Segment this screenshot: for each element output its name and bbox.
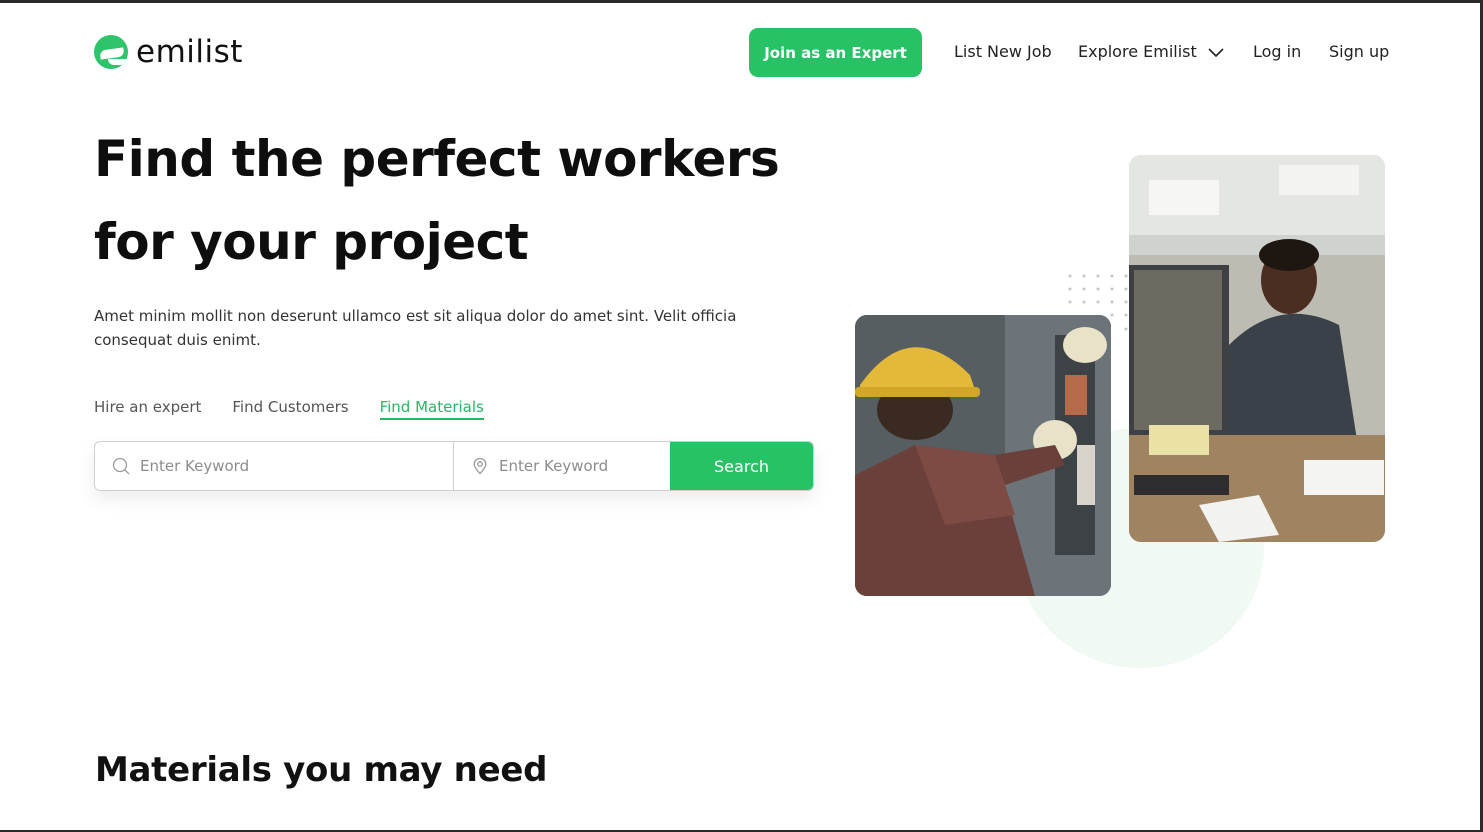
search-bar: Search [94,441,814,491]
emilist-logo[interactable]: emilist [94,34,243,70]
nav-list-new-job[interactable]: List New Job [954,42,1052,61]
nav-login[interactable]: Log in [1253,42,1301,61]
keyword-field [95,442,454,490]
location-field [454,442,670,490]
logo-text: emilist [136,34,243,70]
location-pin-icon [473,457,487,475]
materials-section-title: Materials you may need [95,750,548,790]
nav-explore-label: Explore Emilist [1078,42,1197,61]
tab-find-customers[interactable]: Find Customers [232,398,348,420]
keyword-input[interactable] [140,457,310,475]
search-tabs: Hire an expert Find Customers Find Mater… [94,398,484,420]
join-as-expert-button[interactable]: Join as an Expert [749,28,922,77]
hero-title: Find the perfect workers for your projec… [94,130,780,271]
search-button[interactable]: Search [670,442,813,490]
tab-find-materials[interactable]: Find Materials [379,398,484,420]
nav-explore-emilist[interactable]: Explore Emilist [1078,42,1225,61]
office-worker-photo [1129,155,1385,542]
logo-mark-icon [94,35,128,69]
electrician-photo [855,315,1111,596]
location-input[interactable] [499,457,669,475]
chevron-down-icon [1208,47,1224,57]
nav-signup[interactable]: Sign up [1329,42,1389,61]
tab-hire-expert[interactable]: Hire an expert [94,398,201,420]
hero-description: Amet minim mollit non deserunt ullamco e… [94,307,737,349]
search-icon [112,457,130,475]
